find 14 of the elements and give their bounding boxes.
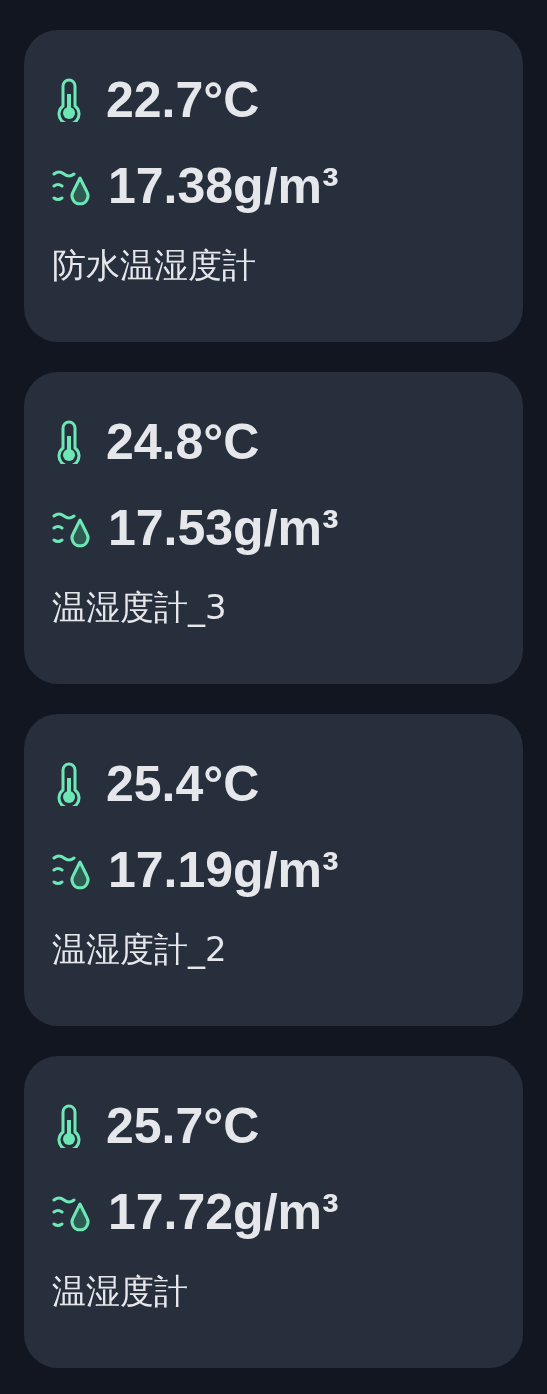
temperature-value: 24.8°C	[106, 417, 260, 467]
sensor-name: 温湿度計	[52, 1274, 189, 1308]
sensor-card[interactable]: 22.7°C 17.38g/m³ 防水温湿度計	[24, 30, 523, 342]
sensor-name: 防水温湿度計	[52, 248, 257, 282]
humidity-value: 17.19g/m³	[108, 845, 339, 895]
sensor-card[interactable]: 24.8°C 17.53g/m³ 温湿度計_3	[24, 372, 523, 684]
temperature-value: 25.7°C	[106, 1101, 260, 1151]
humidity-value: 17.72g/m³	[108, 1187, 339, 1237]
sensor-card[interactable]: 25.7°C 17.72g/m³ 温湿度計	[24, 1056, 523, 1368]
humidity-value: 17.53g/m³	[108, 503, 339, 553]
temperature-value: 22.7°C	[106, 75, 260, 125]
humidity-value: 17.38g/m³	[108, 161, 339, 211]
sensor-card[interactable]: 25.4°C 17.19g/m³ 温湿度計_2	[24, 714, 523, 1026]
temperature-value: 25.4°C	[106, 759, 260, 809]
